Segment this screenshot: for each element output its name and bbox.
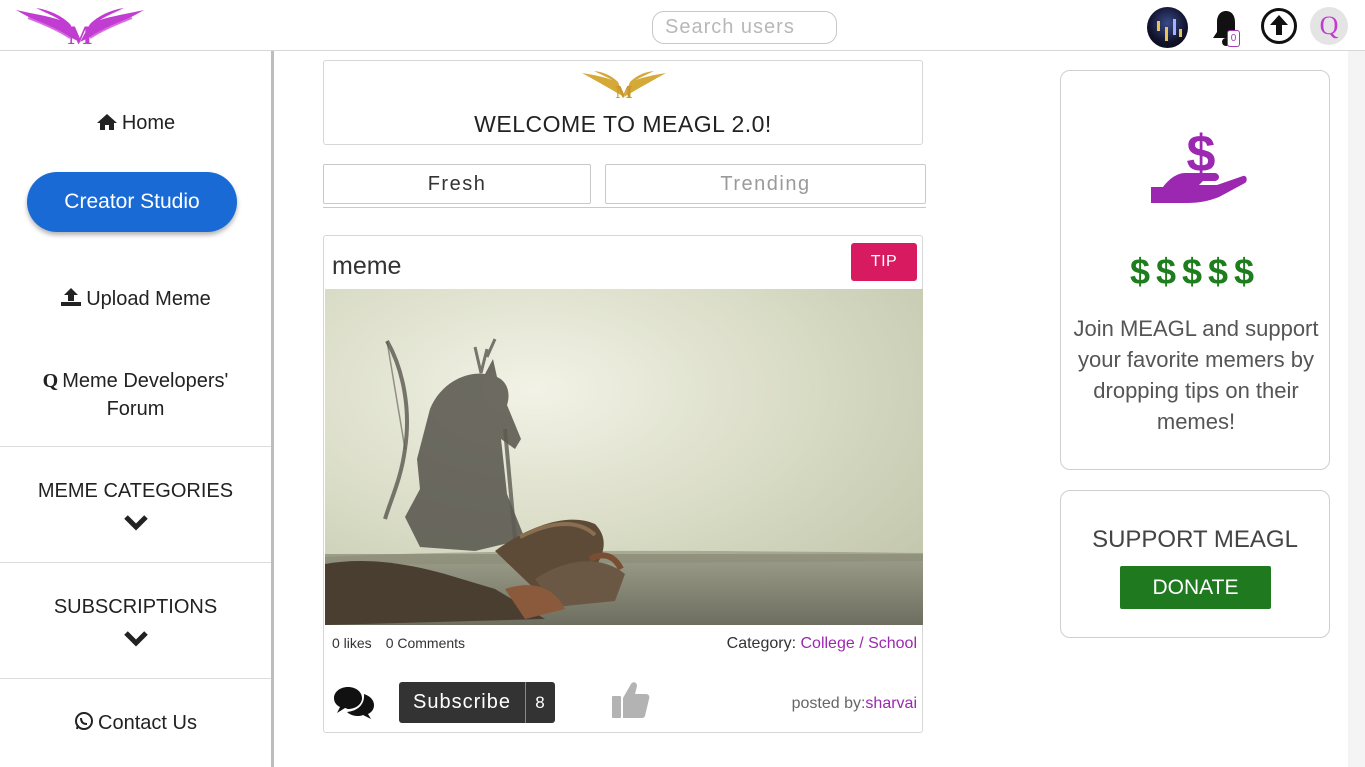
subscribe-label: Subscribe [413,691,511,713]
upload-meme-label: Upload Meme [86,288,211,310]
search-users-input[interactable] [652,11,837,44]
support-title: SUPPORT MEAGL [1092,526,1298,553]
profile-avatar[interactable] [1147,7,1188,48]
meagl-logo: M [582,71,666,99]
tips-promo-text: Join MEAGL and support your favorite mem… [1073,316,1319,434]
sidebar-item-home[interactable]: Home [0,112,271,135]
sidebar-divider [0,678,271,679]
tab-fresh[interactable]: Fresh [323,164,591,204]
forum-label-line2: Forum [106,398,165,420]
top-bar: M 0 Q [0,0,1365,51]
subscriber-count: 8 [525,682,555,723]
quora-icon: Q [42,370,59,392]
svg-text:M: M [616,82,633,99]
tabs-divider [323,207,926,208]
likes-count: 0 likes [332,635,372,651]
hand-dollar-icon: $ [1151,125,1247,203]
subscriptions-toggle[interactable]: SUBSCRIPTIONS [0,596,271,647]
dollar-signs: $$$$$ [1129,251,1261,292]
subscribe-button[interactable]: Subscribe 8 [399,682,555,723]
support-card: SUPPORT MEAGL DONATE [1060,490,1330,638]
meme-categories-toggle[interactable]: MEME CATEGORIES [0,480,271,531]
tips-promo-card: $ $$$$$ Join MEAGL and support your favo… [1060,70,1330,470]
comments-icon[interactable] [333,685,375,719]
thumbs-up-icon[interactable] [611,680,651,720]
upload-meme-icon [61,288,82,306]
chevron-down-icon [123,631,148,647]
page-scrollbar[interactable] [1348,51,1365,767]
welcome-title: WELCOME TO MEAGL 2.0! [474,111,772,137]
post-title: meme [332,252,402,280]
meme-post-card: meme TIP 0 likes 0 Comments Category: Co… [323,235,923,733]
sidebar-item-upload-meme[interactable]: Upload Meme [0,287,271,311]
posted-by-user-link[interactable]: sharvai [865,695,917,712]
donate-button[interactable]: DONATE [1120,566,1271,609]
sidebar-item-contact-us[interactable]: Contact Us [0,711,271,735]
svg-text:M: M [68,21,93,46]
creator-studio-button[interactable]: Creator Studio [27,172,237,232]
forum-label-line1: Meme Developers' [62,370,229,392]
meme-image[interactable] [325,289,923,625]
meagl-logo[interactable]: M [14,4,146,46]
category-label: Category: [726,635,797,652]
whatsapp-icon [75,712,94,730]
post-stats: 0 likes 0 Comments [332,635,479,651]
sidebar-item-developers-forum[interactable]: Q Meme Developers' Forum [0,367,271,423]
upload-icon[interactable] [1260,7,1298,45]
comments-count[interactable]: 0 Comments [386,635,465,651]
tab-trending[interactable]: Trending [605,164,926,204]
meme-categories-label: MEME CATEGORIES [37,480,234,502]
user-menu-avatar[interactable]: Q [1310,7,1348,45]
home-label: Home [121,112,176,134]
chevron-down-icon [123,515,148,531]
posted-by-label: posted by: [791,695,866,712]
tip-button[interactable]: TIP [851,243,917,281]
sidebar-divider [0,562,271,563]
home-icon [96,114,117,130]
sidebar-divider [0,446,271,447]
sidebar: Home Creator Studio Upload Meme Q Meme De… [0,51,274,767]
category-link[interactable]: College / School [800,635,917,652]
contact-us-label: Contact Us [98,712,197,734]
posted-by: posted by:sharvai [792,695,917,713]
post-category: Category: College / School [727,635,917,653]
notification-count-badge: 0 [1227,30,1240,47]
subscriptions-label: SUBSCRIPTIONS [53,596,218,618]
welcome-banner: M WELCOME TO MEAGL 2.0! [323,60,923,145]
